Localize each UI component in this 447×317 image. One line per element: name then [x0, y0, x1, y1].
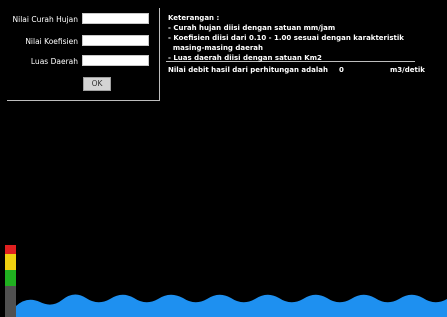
rainfall-input[interactable] [82, 13, 149, 24]
result-text: Nilai debit hasil dari perhitungan adala… [168, 66, 328, 74]
water-surface [16, 294, 447, 317]
vertical-divider [159, 8, 160, 100]
coefficient-input[interactable] [82, 35, 149, 46]
rainfall-label: Nilai Curah Hujan [12, 15, 78, 24]
water-waves [16, 294, 447, 317]
app-canvas: Nilai Curah Hujan Nilai Koefisien Luas D… [0, 0, 447, 317]
result-row: Nilai debit hasil dari perhitungan adala… [168, 66, 428, 76]
info-line-rainfall: - Curah hujan diisi dengan satuan mm/jam [168, 24, 336, 32]
result-unit: m3/detik [390, 66, 425, 74]
info-line-coefficient-cont: masing-masing daerah [168, 44, 264, 52]
info-line-coefficient: - Koefisien diisi dari 0.10 - 1.00 sesua… [168, 34, 404, 42]
level-red-segment [5, 245, 16, 254]
info-title: Keterangan : [168, 14, 220, 22]
ok-button[interactable]: OK [83, 77, 111, 91]
result-value: 0 [339, 66, 344, 74]
level-yellow-segment [5, 254, 16, 270]
form-bottom-divider [7, 100, 160, 101]
area-label: Luas Daerah [30, 57, 78, 66]
info-panel: Keterangan : - Curah hujan diisi dengan … [168, 13, 428, 63]
area-input[interactable] [82, 55, 149, 66]
info-line-area: - Luas daerah diisi dengan satuan Km2 [168, 54, 322, 62]
input-form: Nilai Curah Hujan Nilai Koefisien Luas D… [0, 0, 160, 100]
coefficient-label: Nilai Koefisien [25, 37, 78, 46]
